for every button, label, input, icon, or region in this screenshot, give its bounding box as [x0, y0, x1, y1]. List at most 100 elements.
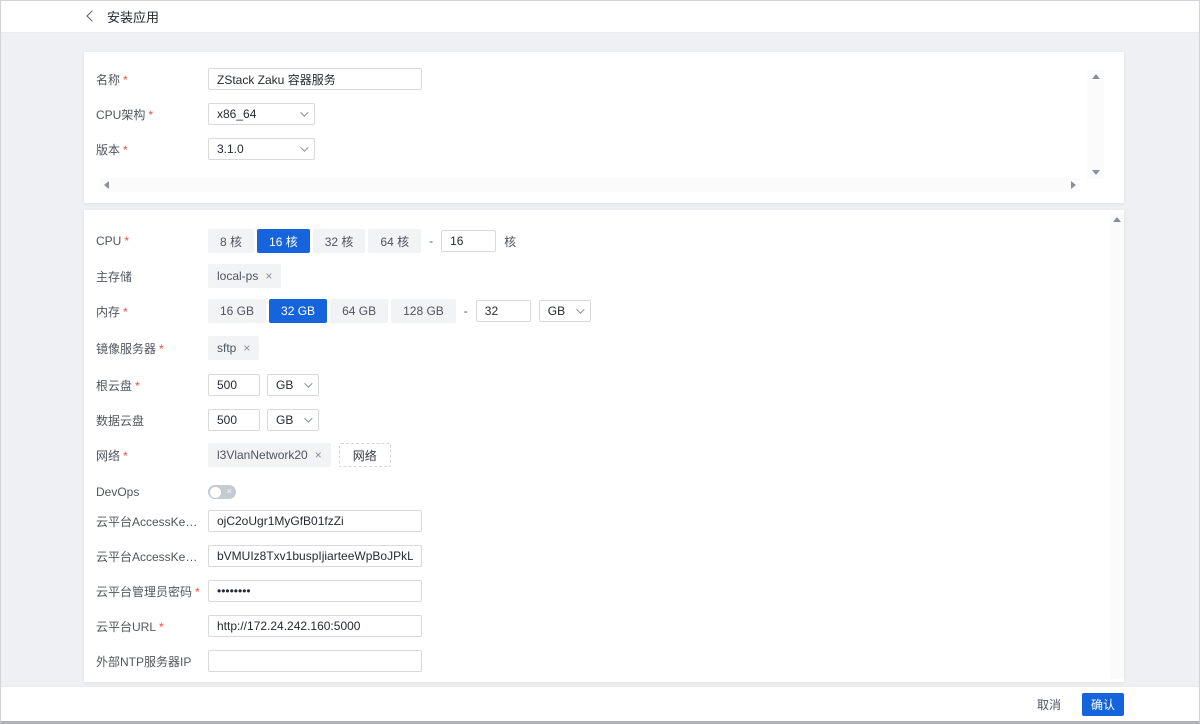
ntp-server-label: 外部NTP服务器IP [96, 655, 191, 669]
form-row-version: 版本* 3.1.0 [96, 138, 1124, 160]
form-row-data-disk: 数据云盘 GB [96, 408, 1124, 432]
form-row-cpu: CPU* 8 核 16 核 32 核 64 核 - 核 [96, 229, 1124, 253]
required-mark: * [123, 73, 128, 87]
primary-storage-tag: local-ps × [208, 264, 281, 288]
toggle-off-icon: × [227, 485, 232, 499]
access-key-secret-label: 云平台AccessKey Secr... [96, 550, 208, 564]
required-mark: * [135, 379, 140, 393]
memory-label: 内存 [96, 305, 120, 319]
required-mark: * [195, 585, 200, 599]
main-vertical-scrollbar[interactable] [1110, 213, 1124, 679]
ntp-server-input[interactable] [208, 650, 422, 672]
confirm-button[interactable]: 确认 [1082, 693, 1124, 716]
memory-option-128gb[interactable]: 128 GB [391, 299, 456, 323]
tag-text: l3VlanNetwork20 [217, 448, 308, 462]
required-mark: * [159, 342, 164, 356]
platform-url-label: 云平台URL [96, 620, 156, 634]
form-row-platform-url: 云平台URL* [96, 614, 1124, 638]
network-tag: l3VlanNetwork20 × [208, 443, 331, 467]
scroll-down-icon[interactable] [1092, 170, 1100, 175]
page-title: 安装应用 [107, 7, 159, 26]
platform-url-input[interactable] [208, 615, 422, 637]
version-label: 版本 [96, 143, 120, 157]
chevron-down-icon [304, 379, 312, 387]
form-row-image-server: 镜像服务器* sftp × [96, 336, 1124, 360]
root-disk-unit-select[interactable]: GB [267, 374, 319, 396]
footer-bar: 取消 确认 [1, 686, 1199, 721]
chevron-down-icon [300, 108, 308, 116]
memory-option-64gb[interactable]: 64 GB [330, 299, 388, 323]
chevron-down-icon [576, 305, 584, 313]
remove-tag-icon[interactable]: × [265, 269, 272, 283]
form-row-devops: DevOps × [96, 480, 1124, 504]
admin-password-input[interactable] [208, 580, 422, 602]
access-key-id-input[interactable] [208, 510, 422, 532]
scroll-up-icon[interactable] [1113, 217, 1121, 222]
scroll-left-icon[interactable] [104, 181, 109, 189]
toggle-knob [210, 487, 221, 498]
cpu-option-8[interactable]: 8 核 [208, 229, 254, 253]
cpu-arch-label: CPU架构 [96, 108, 145, 122]
back-icon[interactable] [86, 10, 97, 21]
page-header: 安装应用 [0, 0, 1200, 33]
cancel-button[interactable]: 取消 [1037, 696, 1061, 713]
range-separator: - [429, 234, 433, 248]
image-server-tag: sftp × [208, 336, 259, 360]
chevron-down-icon [304, 414, 312, 422]
cpu-option-16[interactable]: 16 核 [257, 229, 310, 253]
root-disk-unit-value: GB [276, 378, 293, 392]
cpu-arch-select[interactable]: x86_64 [208, 103, 315, 125]
remove-tag-icon[interactable]: × [243, 341, 250, 355]
memory-option-32gb[interactable]: 32 GB [269, 299, 327, 323]
access-key-secret-input[interactable] [208, 545, 422, 567]
data-disk-unit-value: GB [276, 413, 293, 427]
tag-text: sftp [217, 341, 236, 355]
form-row-admin-password: 云平台管理员密码* [96, 579, 1124, 603]
root-disk-size-input[interactable] [208, 374, 260, 396]
name-input[interactable] [208, 68, 422, 90]
name-label: 名称 [96, 73, 120, 87]
form-row-network: 网络* l3VlanNetwork20 × 网络 [96, 443, 1124, 467]
cpu-option-32[interactable]: 32 核 [313, 229, 366, 253]
data-disk-size-input[interactable] [208, 409, 260, 431]
app-info-panel: 名称* CPU架构* x86_64 版本* 3.1.0 [84, 52, 1124, 203]
required-mark: * [123, 449, 128, 463]
data-disk-label: 数据云盘 [96, 414, 144, 428]
form-row-ntp-server: 外部NTP服务器IP [96, 649, 1124, 673]
memory-unit-select[interactable]: GB [539, 300, 591, 322]
image-server-label: 镜像服务器 [96, 342, 156, 356]
cpu-custom-input[interactable] [441, 230, 496, 252]
memory-options: 16 GB 32 GB 64 GB 128 GB [208, 299, 456, 323]
required-mark: * [123, 143, 128, 157]
form-row-access-key-secret: 云平台AccessKey Secr... [96, 544, 1124, 568]
access-key-id-label: 云平台AccessKey ID [96, 515, 207, 529]
cpu-unit-label: 核 [504, 233, 516, 250]
devops-label: DevOps [96, 485, 139, 499]
memory-option-16gb[interactable]: 16 GB [208, 299, 266, 323]
remove-tag-icon[interactable]: × [315, 448, 322, 462]
memory-unit-value: GB [548, 304, 565, 318]
form-row-name: 名称* [96, 68, 1124, 90]
required-mark: * [124, 234, 129, 248]
panel-vertical-scrollbar[interactable] [1087, 70, 1104, 179]
app-config-panel: CPU* 8 核 16 核 32 核 64 核 - 核 主存储 local-ps… [84, 210, 1124, 682]
chevron-down-icon [300, 143, 308, 151]
version-value: 3.1.0 [217, 142, 244, 156]
add-network-button[interactable]: 网络 [339, 443, 391, 467]
scroll-up-icon[interactable] [1092, 74, 1100, 79]
memory-custom-input[interactable] [476, 300, 531, 322]
cpu-label: CPU [96, 234, 121, 248]
form-row-root-disk: 根云盘* GB [96, 373, 1124, 397]
devops-toggle[interactable]: × [208, 485, 236, 499]
range-separator: - [464, 304, 468, 318]
root-disk-label: 根云盘 [96, 379, 132, 393]
cpu-arch-value: x86_64 [217, 107, 256, 121]
scroll-right-icon[interactable] [1071, 181, 1076, 189]
cpu-core-options: 8 核 16 核 32 核 64 核 [208, 229, 421, 253]
cpu-option-64[interactable]: 64 核 [368, 229, 421, 253]
data-disk-unit-select[interactable]: GB [267, 409, 319, 431]
version-select[interactable]: 3.1.0 [208, 138, 315, 160]
form-row-primary-storage: 主存储 local-ps × [96, 264, 1124, 288]
form-row-access-key-id: 云平台AccessKey ID* [96, 509, 1124, 533]
horizontal-scrollbar[interactable] [100, 178, 1080, 192]
